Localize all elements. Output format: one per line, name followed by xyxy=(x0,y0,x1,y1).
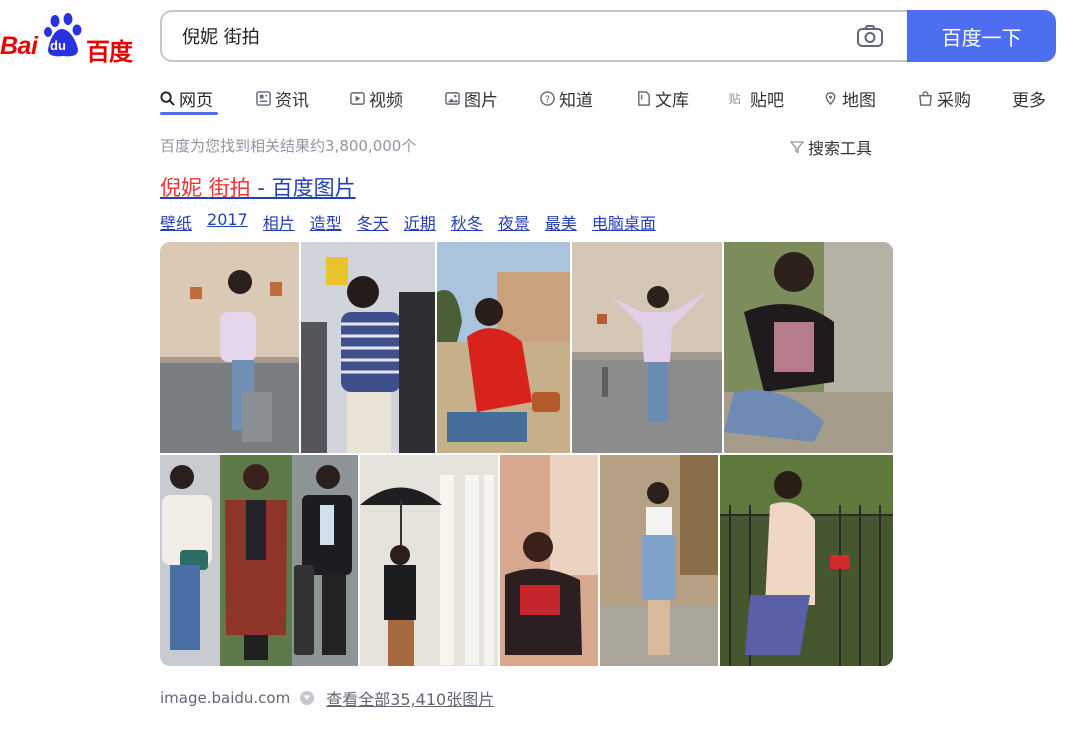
map-icon xyxy=(825,91,836,105)
result-image[interactable] xyxy=(724,242,893,453)
tab-wenku[interactable]: 文库 xyxy=(636,80,689,116)
tab-purchase[interactable]: 采购 xyxy=(918,80,971,116)
tab-map[interactable]: 地图 xyxy=(823,80,876,116)
search-tools-button[interactable]: 搜索工具 xyxy=(790,135,872,159)
source-domain: image.baidu.com xyxy=(160,689,291,707)
related-tag[interactable]: 电脑桌面 xyxy=(592,210,656,234)
image-results-grid xyxy=(160,242,893,666)
result-image[interactable] xyxy=(301,242,435,453)
result-image[interactable] xyxy=(720,455,893,666)
related-tag[interactable]: 造型 xyxy=(310,210,342,234)
result-image[interactable] xyxy=(160,242,299,453)
question-icon: ? xyxy=(540,90,555,106)
image-icon xyxy=(445,91,460,105)
tab-label: 采购 xyxy=(937,90,971,111)
logo-bai-text: Bai xyxy=(0,32,38,60)
news-icon xyxy=(256,90,271,106)
result-image[interactable] xyxy=(500,455,598,666)
result-image[interactable] xyxy=(220,455,292,666)
shopping-icon xyxy=(919,90,932,106)
tab-news[interactable]: 资讯 xyxy=(256,80,309,116)
tab-label: 更多 xyxy=(1012,90,1046,111)
search-box xyxy=(160,10,910,62)
title-suffix: - 百度图片 xyxy=(250,176,356,200)
tab-label: 资讯 xyxy=(275,90,309,111)
related-tags: 壁纸 2017 相片 造型 冬天 近期 秋冬 夜景 最美 电脑桌面 xyxy=(160,210,671,234)
tab-more[interactable]: 更多 xyxy=(1012,80,1046,116)
svg-text:贴: 贴 xyxy=(729,92,741,106)
result-title-link[interactable]: 倪妮 街拍 - 百度图片 xyxy=(160,172,356,202)
related-tag[interactable]: 相片 xyxy=(263,210,295,234)
result-image[interactable] xyxy=(360,455,498,666)
tab-label: 图片 xyxy=(464,90,498,111)
result-count: 百度为您找到相关结果约3,800,000个 xyxy=(160,137,417,155)
tab-label: 视频 xyxy=(369,90,403,111)
dropdown-icon[interactable] xyxy=(300,691,315,705)
baidu-logo[interactable]: Bai du 百度 xyxy=(0,12,140,66)
related-tag[interactable]: 夜景 xyxy=(498,210,530,234)
tieba-icon: 贴 xyxy=(729,92,741,106)
document-icon xyxy=(638,90,650,106)
result-source: image.baidu.com 查看全部35,410张图片 xyxy=(160,686,494,710)
camera-icon[interactable] xyxy=(856,24,884,48)
tab-webpage[interactable]: 网页 xyxy=(160,80,213,116)
tab-zhidao[interactable]: ? 知道 xyxy=(540,80,593,116)
result-image[interactable] xyxy=(437,242,570,453)
result-image[interactable] xyxy=(572,242,722,453)
result-image[interactable] xyxy=(292,455,358,666)
logo-cn-text: 百度 xyxy=(86,38,133,66)
filter-icon xyxy=(790,141,804,154)
search-icon xyxy=(160,90,175,106)
tab-label: 知道 xyxy=(559,90,593,111)
tab-image[interactable]: 图片 xyxy=(445,80,498,116)
related-tag[interactable]: 壁纸 xyxy=(160,210,192,234)
video-icon xyxy=(350,91,365,105)
active-tab-indicator xyxy=(160,112,218,115)
result-image[interactable] xyxy=(600,455,718,666)
tab-video[interactable]: 视频 xyxy=(350,80,403,116)
related-tag[interactable]: 近期 xyxy=(404,210,436,234)
related-tag[interactable]: 冬天 xyxy=(357,210,389,234)
tab-tieba[interactable]: 贴 贴吧 xyxy=(728,80,784,116)
logo-du-text: du xyxy=(50,38,66,53)
related-tag[interactable]: 秋冬 xyxy=(451,210,483,234)
tab-label: 贴吧 xyxy=(750,90,784,111)
title-highlight-1: 倪妮 xyxy=(160,176,202,200)
related-tag[interactable]: 2017 xyxy=(207,210,248,234)
search-input[interactable] xyxy=(182,23,842,49)
tab-label: 地图 xyxy=(842,90,876,111)
view-all-images-link[interactable]: 查看全部35,410张图片 xyxy=(326,686,494,710)
title-highlight-2: 街拍 xyxy=(208,176,251,200)
tab-label: 网页 xyxy=(179,90,213,111)
result-image[interactable] xyxy=(160,455,220,666)
related-tag[interactable]: 最美 xyxy=(545,210,577,234)
search-tools-label: 搜索工具 xyxy=(808,139,873,158)
tab-label: 文库 xyxy=(655,90,689,111)
search-button[interactable]: 百度一下 xyxy=(907,10,1056,62)
svg-text:?: ? xyxy=(545,94,550,105)
